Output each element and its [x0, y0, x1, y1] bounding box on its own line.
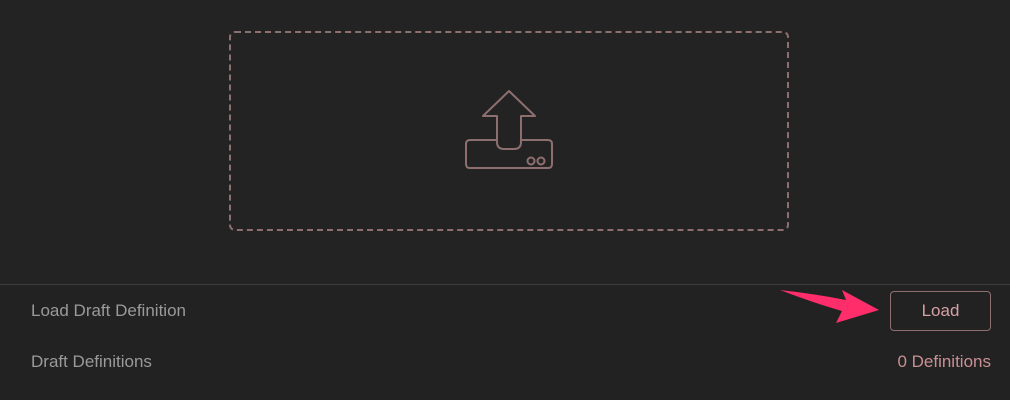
upload-tray-icon [465, 90, 553, 169]
definitions-count: 0 Definitions [897, 352, 991, 371]
upload-area [0, 0, 1010, 284]
load-draft-definition-label: Load Draft Definition [31, 301, 186, 320]
page: Load Draft Definition Draft Definitions … [0, 0, 1010, 400]
draft-definitions-label: Draft Definitions [31, 352, 152, 371]
file-dropzone[interactable] [229, 31, 789, 231]
arrow-pointer-icon [780, 290, 879, 323]
load-button[interactable]: Load [890, 291, 991, 331]
